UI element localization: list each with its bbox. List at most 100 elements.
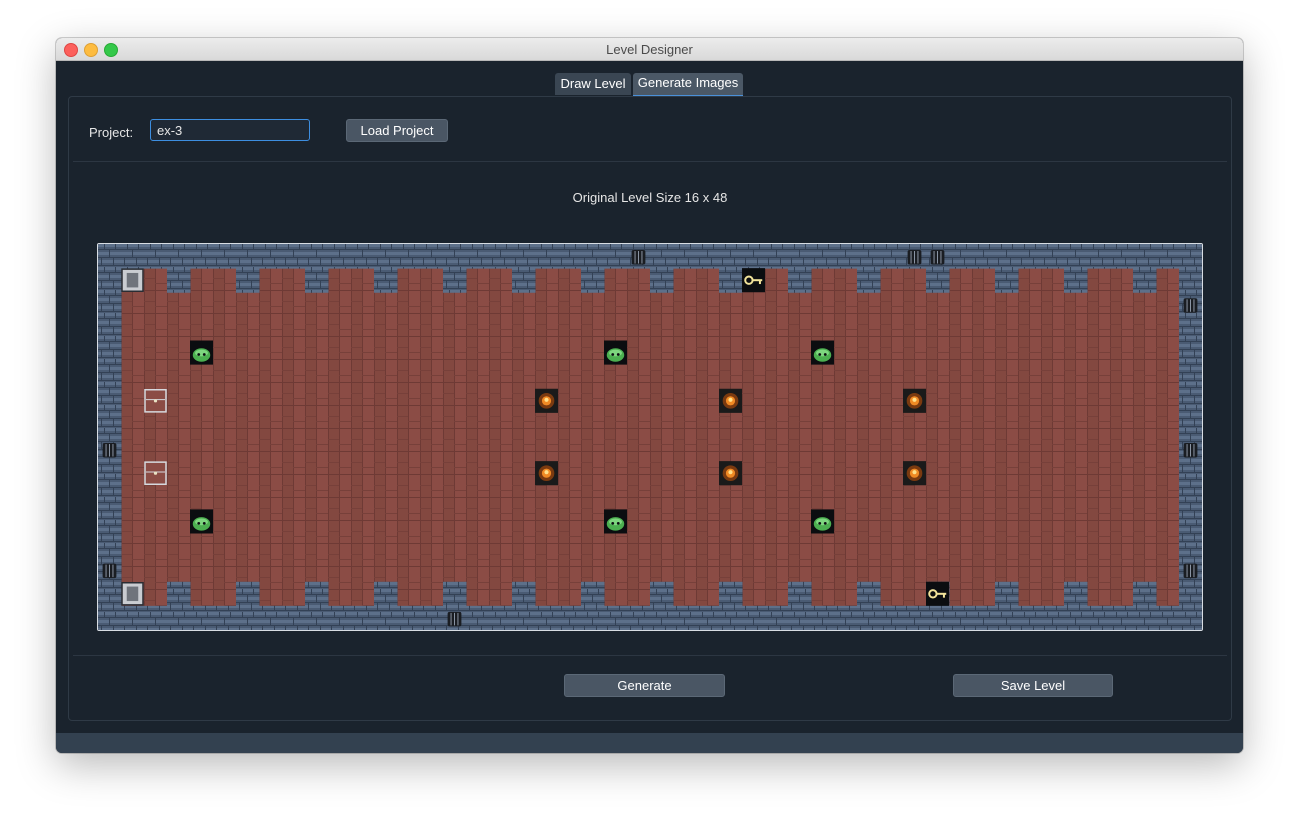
wall-tile: [282, 244, 306, 269]
wall-tile: [719, 244, 743, 269]
level-preview: [97, 243, 1203, 631]
torch-icon: [535, 388, 558, 413]
title-bar[interactable]: Level Designer: [56, 38, 1243, 61]
wall-tile: [604, 244, 628, 269]
crate-icon: [121, 582, 144, 606]
tab-draw-level[interactable]: Draw Level: [555, 73, 631, 95]
slime-icon: [811, 509, 834, 534]
wall-tile: [1179, 364, 1202, 390]
separator: [73, 161, 1227, 162]
wall-tile: [880, 605, 904, 630]
generate-button[interactable]: Generate: [564, 674, 725, 697]
wall-tile: [121, 244, 145, 269]
wall-tile: [1087, 605, 1111, 630]
wall-tile: [98, 461, 122, 486]
wall-tile: [98, 412, 122, 438]
wall-tile: [236, 244, 260, 269]
wall-tile: [581, 268, 605, 293]
app-window: Level Designer Draw Level Generate Image…: [56, 38, 1243, 753]
wall-tile: [1064, 605, 1088, 630]
wall-tile: [788, 244, 812, 269]
wall-tile: [1179, 581, 1202, 607]
wall-tile: [995, 605, 1019, 630]
wall-tile: [397, 605, 421, 630]
status-bar: [56, 733, 1243, 753]
wall-tile: [811, 244, 835, 269]
wall-tile: [98, 316, 122, 341]
wall-tile: [926, 605, 950, 630]
wall-tile: [98, 485, 122, 510]
torch-icon: [719, 388, 742, 413]
wall-tile: [581, 244, 605, 269]
wall-tile: [282, 605, 306, 630]
wall-tile: [1064, 244, 1088, 269]
wall-tile: [443, 581, 467, 607]
save-level-button[interactable]: Save Level: [953, 674, 1113, 697]
wall-tile: [1179, 605, 1202, 630]
wall-tile: [834, 244, 858, 269]
wall-tile: [558, 605, 582, 630]
wall-tile: [857, 268, 881, 293]
wall-tile: [466, 244, 490, 269]
wall-tile: [466, 605, 490, 630]
wall-tile: [926, 268, 950, 293]
door-icon: [1183, 563, 1198, 579]
wall-tile: [719, 605, 743, 630]
wall-tile: [1064, 268, 1088, 293]
wall-tile: [1179, 268, 1202, 293]
wall-tile: [512, 268, 536, 293]
wall-tile: [190, 244, 214, 269]
key-icon: [742, 268, 765, 293]
key-icon: [926, 581, 949, 606]
slime-icon: [604, 509, 627, 534]
wall-tile: [834, 605, 858, 630]
wall-tile: [1133, 605, 1157, 630]
wall-tile: [98, 605, 122, 630]
wall-tile: [213, 244, 237, 269]
wall-tile: [719, 581, 743, 607]
project-label: Project:: [89, 125, 134, 140]
wall-tile: [535, 244, 559, 269]
wall-tile: [98, 268, 122, 293]
wall-tile: [167, 605, 191, 630]
wall-tile: [1179, 485, 1202, 510]
wall-tile: [489, 605, 513, 630]
wall-tile: [236, 581, 260, 607]
wall-tile: [650, 605, 674, 630]
wall-tile: [558, 244, 582, 269]
wall-tile: [98, 244, 122, 269]
wall-tile: [1156, 244, 1180, 269]
wall-tile: [420, 605, 444, 630]
wall-tile: [1041, 605, 1065, 630]
wall-tile: [98, 533, 122, 559]
wall-tile: [1156, 605, 1180, 630]
wall-tile: [98, 388, 122, 414]
wall-tile: [98, 581, 122, 607]
level-map-image: [98, 244, 1202, 630]
load-project-button[interactable]: Load Project: [346, 119, 448, 142]
door-icon: [102, 563, 117, 579]
wall-tile: [1041, 244, 1065, 269]
wall-tile: [98, 340, 122, 366]
tab-generate-images[interactable]: Generate Images: [633, 73, 743, 97]
wall-tile: [328, 244, 352, 269]
wall-tile: [98, 292, 122, 317]
wall-tile: [696, 605, 720, 630]
door-icon: [631, 250, 646, 265]
wall-tile: [305, 268, 329, 293]
slime-icon: [190, 340, 213, 365]
wall-tile: [443, 268, 467, 293]
door-icon: [1183, 298, 1198, 313]
wall-tile: [512, 605, 536, 630]
wall-tile: [673, 244, 697, 269]
wall-tile: [512, 581, 536, 607]
door-icon: [930, 250, 945, 265]
door-icon: [102, 443, 117, 458]
wall-tile: [650, 268, 674, 293]
wall-tile: [167, 244, 191, 269]
wall-tile: [1133, 581, 1157, 607]
wall-tile: [1179, 461, 1202, 486]
wall-tile: [443, 244, 467, 269]
wall-tile: [650, 581, 674, 607]
project-input[interactable]: [150, 119, 310, 141]
